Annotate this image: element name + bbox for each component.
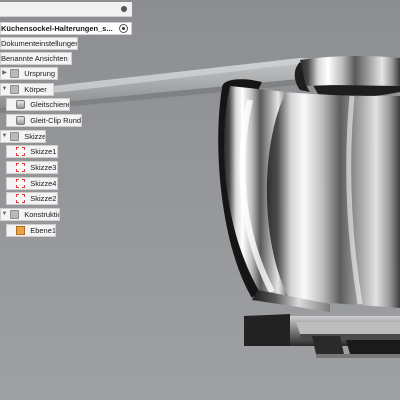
expand-arrow-icon[interactable]: ▶ xyxy=(1,68,8,79)
folder-icon xyxy=(10,210,20,219)
document-title-node[interactable]: Küchensockel-Halterungen_s... xyxy=(0,22,132,35)
sketch-icon xyxy=(16,194,26,203)
body-icon xyxy=(16,100,26,109)
document-title: Küchensockel-Halterungen_s... xyxy=(1,24,113,33)
browser-options-icon[interactable] xyxy=(120,5,128,13)
folder-icon xyxy=(10,85,20,94)
tree-item-label: Benannte Ansichten xyxy=(1,54,68,63)
browser-header xyxy=(0,2,132,17)
body-icon xyxy=(16,116,26,125)
tree-item-label: Gleitschiene xyxy=(30,100,70,109)
tree-item-label: Gleit-Clip Rund xyxy=(30,116,82,125)
tree-item-label: Dokumenteinstellungen xyxy=(1,39,78,48)
folder-icon xyxy=(10,69,20,78)
tree-item-benannte-ansichten[interactable]: Benannte Ansichten xyxy=(0,52,72,65)
tree-item-ursprung[interactable]: ▶ Ursprung xyxy=(0,67,58,80)
tree-item-skizze2[interactable]: Skizze2 xyxy=(6,192,58,205)
tree-item-label: Konstruktion xyxy=(24,210,59,219)
tree-item-ebene1[interactable]: Ebene1 xyxy=(6,224,56,237)
tree-item-label: Skizze1 xyxy=(30,147,57,156)
gleit-clip-rund[interactable] xyxy=(218,56,400,312)
tree-item-label: Skizze4 xyxy=(30,179,57,188)
tree-item-label: Skizze3 xyxy=(30,163,57,172)
clip-base[interactable] xyxy=(244,314,400,358)
tree-item-label: Ebene1 xyxy=(30,226,56,235)
tree-item-label: Skizze2 xyxy=(30,194,57,203)
tree-item-koerper[interactable]: ▼ Körper xyxy=(0,83,54,96)
tree-item-label: Körper xyxy=(24,85,47,94)
tree-item-gleit-clip-rund[interactable]: Gleit-Clip Rund xyxy=(6,114,82,127)
expand-arrow-icon[interactable]: ▼ xyxy=(1,84,8,95)
expand-arrow-icon[interactable]: ▼ xyxy=(1,131,8,142)
tree-item-konstruktion[interactable]: ▼ Konstruktion xyxy=(0,208,60,221)
tree-item-label: Ursprung xyxy=(24,69,56,78)
tree-item-dokumenteinstellungen[interactable]: Dokumenteinstellungen xyxy=(0,37,78,50)
tree-item-skizze4[interactable]: Skizze4 xyxy=(6,177,58,190)
expand-arrow-icon[interactable]: ▼ xyxy=(1,209,8,220)
active-radio-icon[interactable] xyxy=(119,24,128,33)
construction-plane-icon xyxy=(16,226,26,235)
tree-item-skizze1[interactable]: Skizze1 xyxy=(6,145,58,158)
sketch-icon xyxy=(16,147,26,156)
tree-item-skizzen[interactable]: ▼ Skizzen xyxy=(0,130,46,143)
tree-item-skizze3[interactable]: Skizze3 xyxy=(6,161,58,174)
tree-item-gleitschiene[interactable]: Gleitschiene xyxy=(6,98,70,111)
sketch-icon xyxy=(16,163,26,172)
tree-item-label: Skizzen xyxy=(24,132,46,141)
sketch-icon xyxy=(16,179,26,188)
folder-icon xyxy=(10,132,20,141)
